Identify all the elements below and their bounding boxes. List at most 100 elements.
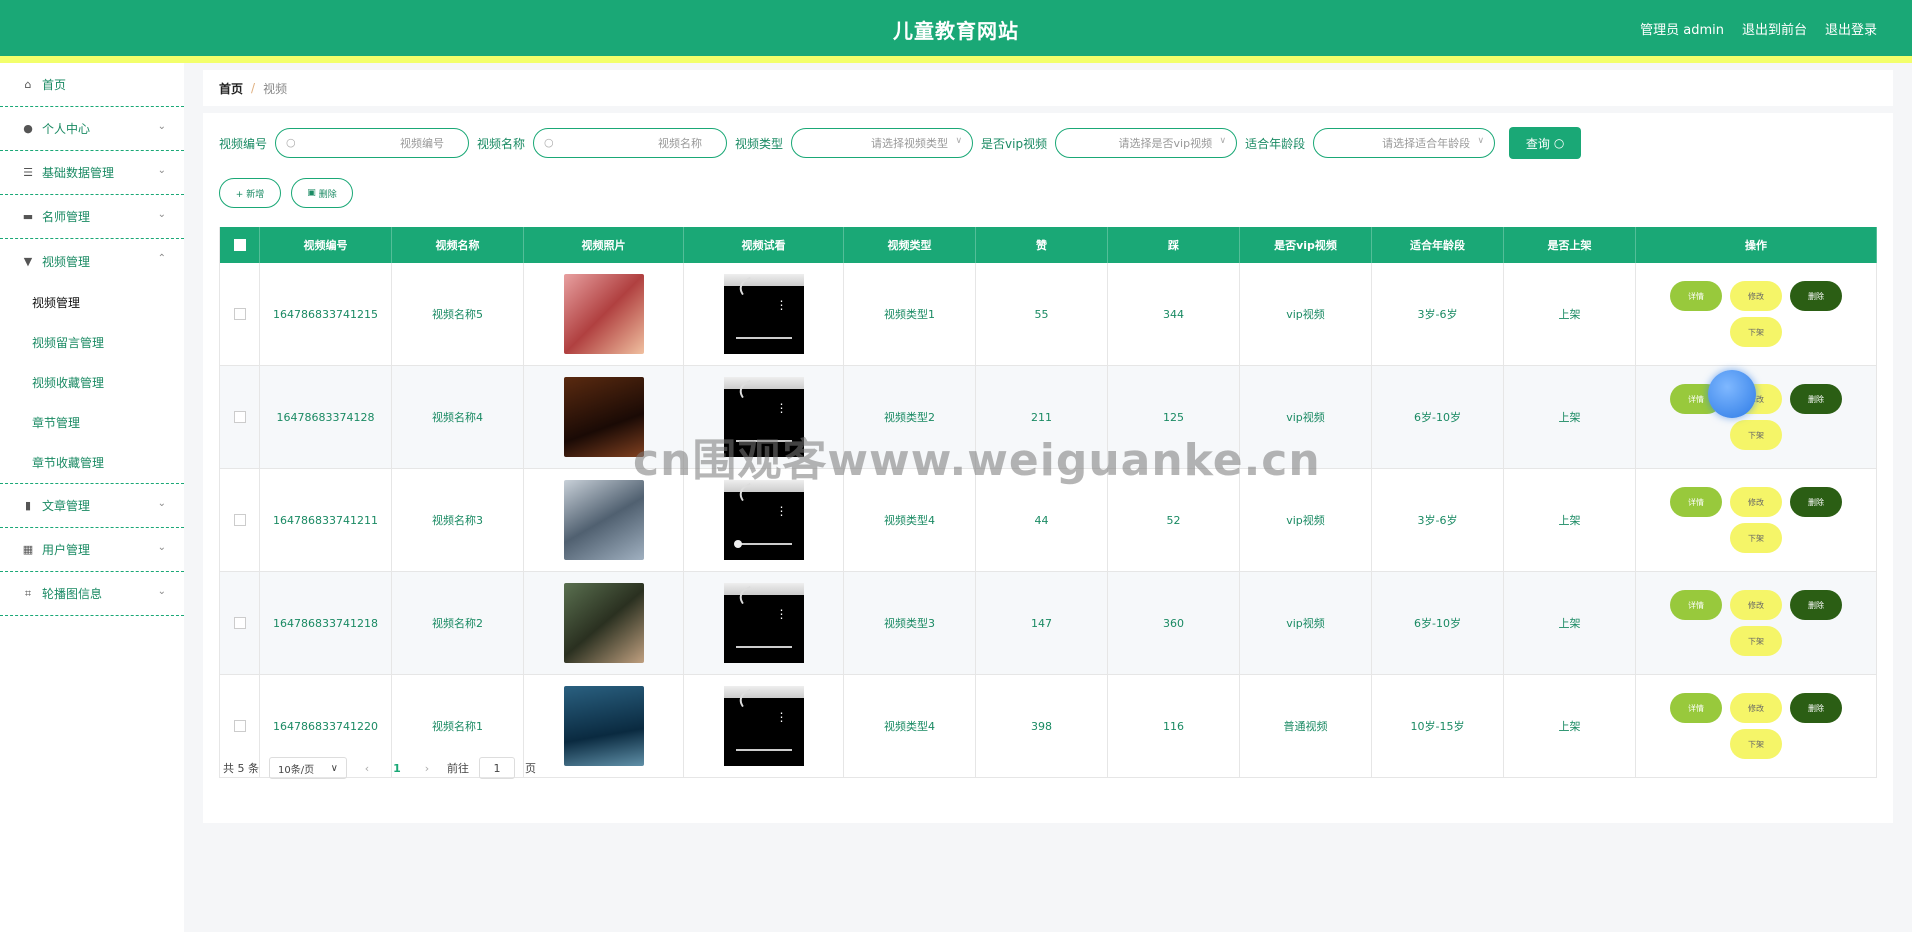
video-thumbnail[interactable] (563, 377, 644, 457)
delete-row-button[interactable]: 删除 (1790, 281, 1842, 311)
submenu-video-favorites[interactable]: 视频收藏管理 (0, 363, 184, 403)
sidebar-item-profile[interactable]: ● 个人中心 ⌄ (0, 107, 184, 151)
watermark: cn围观客www.weiguanke.cn (633, 435, 1321, 486)
page-size-select[interactable]: 10条/页 ∨ (269, 757, 347, 779)
cell-dislike: 360 (1108, 572, 1240, 674)
video-preview-player[interactable]: ⋮ (723, 480, 804, 560)
cell-type: 视频类型3 (844, 572, 976, 674)
edit-button[interactable]: 修改 (1730, 590, 1782, 620)
next-page-button[interactable]: › (417, 762, 437, 775)
header-accent-bar (0, 56, 1912, 63)
row-checkbox[interactable] (233, 617, 246, 629)
select-all-checkbox[interactable] (233, 239, 246, 251)
header-actions: 管理员 admin 退出到前台 退出登录 (1640, 19, 1877, 38)
take-down-button[interactable]: 下架 (1730, 420, 1782, 450)
row-checkbox[interactable] (233, 411, 246, 423)
video-thumbnail[interactable] (563, 274, 644, 354)
add-button[interactable]: + 新增 (219, 178, 281, 208)
cell-operations: 详情 修改 删除 下架 (1636, 263, 1877, 365)
breadcrumb-separator: / (251, 81, 256, 95)
age-filter-label: 适合年龄段 (1245, 136, 1306, 151)
cell-name: 视频名称3 (392, 469, 524, 571)
cell-code: 16478683374128 (260, 366, 392, 468)
submenu-video-comments[interactable]: 视频留言管理 (0, 323, 184, 363)
column-header: 适合年龄段 (1372, 227, 1504, 263)
cell-operations: 详情 修改 删除 下架 (1636, 469, 1877, 571)
cell-type: 视频类型4 (844, 675, 976, 777)
take-down-button[interactable]: 下架 (1730, 317, 1782, 347)
cell-code: 164786833741215 (260, 263, 392, 365)
seek-knob[interactable] (733, 540, 742, 548)
type-select[interactable]: 请选择视频类型 ∨ (791, 128, 974, 158)
cell-like: 398 (976, 675, 1108, 777)
detail-button[interactable]: 详情 (1670, 281, 1722, 311)
submenu-chapter-favorites[interactable]: 章节收藏管理 (0, 443, 184, 484)
sidebar-item-carousel[interactable]: ⌗ 轮播图信息 ⌄ (0, 572, 184, 616)
chevron-down-icon: ∨ (330, 762, 338, 774)
video-thumbnail[interactable] (563, 686, 644, 766)
cell-vip: 普通视频 (1240, 675, 1372, 777)
cell-name: 视频名称2 (392, 572, 524, 674)
row-checkbox[interactable] (233, 308, 246, 320)
video-thumbnail[interactable] (563, 583, 644, 663)
cell-code: 164786833741218 (260, 572, 392, 674)
submenu-chapters[interactable]: 章节管理 (0, 403, 184, 443)
submenu-video-manage[interactable]: 视频管理 (0, 283, 184, 323)
sidebar-item-label: 文章管理 (42, 499, 91, 513)
detail-button[interactable]: 详情 (1670, 693, 1722, 723)
cell-type: 视频类型1 (844, 263, 976, 365)
page-unit-label: 页 (525, 762, 536, 775)
delete-row-button[interactable]: 删除 (1790, 693, 1842, 723)
floating-assistant-icon[interactable] (1708, 370, 1756, 418)
logout-link[interactable]: 退出登录 (1825, 19, 1877, 38)
sidebar-item-label: 首页 (42, 78, 67, 92)
sidebar: ⌂ 首页 ● 个人中心 ⌄ ☰ 基础数据管理 ⌄ ▬ 名师管理 ⌄ ▼ 视频管理… (0, 63, 184, 932)
crop-icon: ⌗ (24, 586, 32, 600)
sidebar-item-articles[interactable]: ▮ 文章管理 ⌄ (0, 484, 184, 528)
delete-row-button[interactable]: 删除 (1790, 487, 1842, 517)
vip-select[interactable]: 请选择是否vip视频 ∨ (1055, 128, 1238, 158)
code-search-input[interactable]: ○ 视频编号 (275, 128, 470, 158)
sidebar-item-basic-data[interactable]: ☰ 基础数据管理 ⌄ (0, 151, 184, 195)
video-preview-player[interactable]: ⋮ (723, 274, 804, 354)
prev-page-button[interactable]: ‹ (357, 762, 377, 775)
delete-row-button[interactable]: 删除 (1790, 384, 1842, 414)
row-checkbox[interactable] (233, 514, 246, 526)
pagination: 共 5 条 10条/页 ∨ ‹ 1 › 前往 1 页 (223, 757, 536, 779)
edit-button[interactable]: 修改 (1730, 281, 1782, 311)
sidebar-item-video[interactable]: ▼ 视频管理 ⌃ (0, 239, 184, 283)
edit-button[interactable]: 修改 (1730, 693, 1782, 723)
cell-age: 3岁-6岁 (1372, 263, 1504, 365)
filter-bar: 视频编号 ○ 视频编号 视频名称 ○ 视频名称 视频类型 请选择视频类型 ∨ 是… (219, 127, 1582, 159)
cell-status: 上架 (1504, 469, 1636, 571)
video-preview-player[interactable]: ⋮ (723, 583, 804, 663)
cell-vip: vip视频 (1240, 263, 1372, 365)
row-checkbox[interactable] (233, 720, 246, 732)
detail-button[interactable]: 详情 (1670, 590, 1722, 620)
edit-button[interactable]: 修改 (1730, 487, 1782, 517)
video-preview-player[interactable]: ⋮ (723, 686, 804, 766)
sidebar-item-home[interactable]: ⌂ 首页 (0, 63, 184, 107)
exit-to-front-link[interactable]: 退出到前台 (1742, 19, 1807, 38)
breadcrumb-home[interactable]: 首页 (219, 80, 243, 97)
age-select[interactable]: 请选择适合年龄段 ∨ (1313, 128, 1496, 158)
take-down-button[interactable]: 下架 (1730, 729, 1782, 759)
take-down-button[interactable]: 下架 (1730, 626, 1782, 656)
take-down-button[interactable]: 下架 (1730, 523, 1782, 553)
select-all-cell[interactable] (220, 227, 260, 263)
delete-row-button[interactable]: 删除 (1790, 590, 1842, 620)
vip-filter-label: 是否vip视频 (981, 136, 1048, 151)
name-search-input[interactable]: ○ 视频名称 (533, 128, 728, 158)
video-thumbnail[interactable] (563, 480, 644, 560)
goto-page-input[interactable]: 1 (479, 757, 515, 779)
query-button[interactable]: 查询 ○ (1509, 127, 1582, 159)
chat-icon: ▬ (22, 210, 34, 223)
sidebar-item-label: 名师管理 (42, 210, 91, 224)
sidebar-item-users[interactable]: ▦ 用户管理 ⌄ (0, 528, 184, 572)
delete-button[interactable]: ▣ 删除 (291, 178, 353, 208)
chart-icon: ▮ (24, 499, 32, 512)
sidebar-item-teachers[interactable]: ▬ 名师管理 ⌄ (0, 195, 184, 239)
column-header: 是否vip视频 (1240, 227, 1372, 263)
detail-button[interactable]: 详情 (1670, 487, 1722, 517)
current-page[interactable]: 1 (387, 762, 407, 775)
